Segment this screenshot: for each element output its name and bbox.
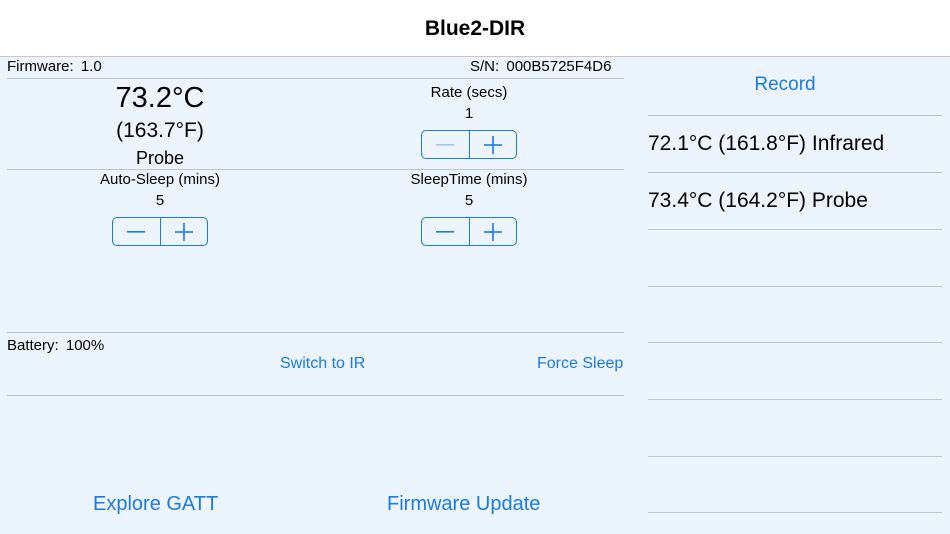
list-separator — [648, 229, 942, 230]
divider — [7, 332, 624, 333]
auto-sleep-decrement-button[interactable] — [113, 218, 160, 245]
firmware-update-button[interactable]: Firmware Update — [387, 493, 540, 516]
rate-increment-button[interactable] — [468, 131, 517, 158]
force-sleep-button[interactable]: Force Sleep — [537, 355, 623, 373]
list-separator — [648, 342, 942, 343]
explore-gatt-button[interactable]: Explore GATT — [93, 493, 218, 516]
temperature-source: Probe — [135, 148, 185, 168]
sleep-time-stepper[interactable] — [421, 217, 517, 246]
firmware-info: Firmware: 1.0 — [7, 58, 102, 75]
serial-number-value: 000B5725F4D6 — [506, 58, 612, 75]
rate-stepper[interactable] — [421, 130, 517, 159]
divider — [7, 78, 624, 79]
auto-sleep-label: Auto-Sleep (mins) — [99, 171, 221, 188]
list-separator — [648, 172, 942, 173]
firmware-label: Firmware: — [7, 58, 74, 75]
rate-label: Rate (secs) — [430, 84, 508, 101]
firmware-value: 1.0 — [80, 58, 102, 75]
temperature-fahrenheit: (163.7°F) — [116, 119, 204, 142]
auto-sleep-stepper[interactable] — [112, 217, 208, 246]
list-separator — [648, 286, 942, 287]
plus-icon — [174, 222, 193, 241]
reading-list-item[interactable]: 72.1°C (161.8°F) Infrared — [648, 132, 884, 156]
list-separator — [648, 399, 942, 400]
sleep-time-value: 5 — [464, 192, 474, 209]
divider — [648, 115, 942, 116]
plus-icon — [483, 222, 502, 241]
divider — [7, 395, 624, 396]
minus-icon — [436, 143, 455, 146]
auto-sleep-value: 5 — [155, 192, 165, 209]
battery-info: Battery: 100% — [7, 337, 104, 354]
sleep-time-increment-button[interactable] — [468, 218, 517, 245]
divider — [7, 169, 624, 170]
serial-number-info: S/N: 000B5725F4D6 — [470, 58, 611, 75]
record-button[interactable]: Record — [648, 74, 922, 96]
list-separator — [648, 512, 942, 513]
page-title: Blue2-DIR — [424, 17, 526, 40]
rate-decrement-button[interactable] — [422, 131, 469, 158]
sleep-time-decrement-button[interactable] — [422, 218, 469, 245]
battery-label: Battery: — [7, 337, 59, 354]
auto-sleep-increment-button[interactable] — [159, 218, 208, 245]
rate-value: 1 — [464, 105, 474, 122]
switch-to-ir-button[interactable]: Switch to IR — [280, 355, 365, 373]
battery-value: 100% — [65, 337, 105, 354]
plus-icon — [483, 135, 502, 154]
minus-icon — [436, 230, 455, 233]
sleep-time-label: SleepTime (mins) — [410, 171, 528, 188]
temperature-celsius: 73.2°C — [115, 82, 205, 114]
minus-icon — [127, 230, 146, 233]
reading-list-item[interactable]: 73.4°C (164.2°F) Probe — [648, 189, 868, 213]
list-separator — [648, 456, 942, 457]
serial-number-label: S/N: — [470, 58, 500, 75]
